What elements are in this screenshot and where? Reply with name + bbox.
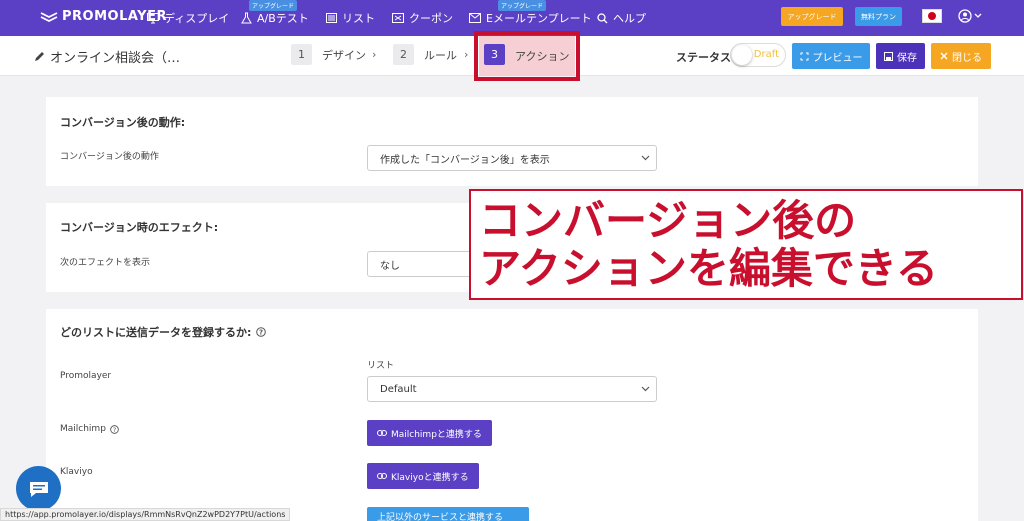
save-label: 保存 (897, 52, 917, 64)
provider-label-promolayer: Promolayer (60, 371, 112, 381)
callout-line-1: コンバージョン後の (479, 196, 857, 245)
page-title[interactable]: オンライン相談会（… (34, 47, 180, 66)
mail-icon (469, 13, 481, 23)
search-icon (597, 12, 608, 23)
select-value: 作成した「コンバージョン後」を表示 (380, 154, 550, 166)
chat-widget-button[interactable] (16, 466, 61, 511)
monitor-icon (147, 12, 159, 23)
toggle-label: Draft (753, 49, 779, 60)
status-label: ステータス: (676, 51, 736, 64)
link-icon (377, 473, 387, 479)
callout-line-2: アクションを編集できる (479, 244, 939, 293)
nav-item-list[interactable]: リスト (326, 10, 375, 26)
save-button[interactable]: 保存 (876, 43, 925, 69)
lists-card: どのリストに送信データを登録するか: ? リスト Promolayer Defa… (46, 309, 978, 521)
nav-item-label: ヘルプ (613, 12, 646, 25)
help-icon[interactable]: ? (110, 424, 119, 434)
step-label: ルール (424, 48, 457, 62)
save-icon (884, 51, 893, 61)
chevron-down-icon (974, 13, 982, 18)
flask-icon (241, 12, 252, 24)
button-label: Klaviyoと連携する (391, 472, 469, 483)
section-title: コンバージョン時のエフェクト: (60, 221, 219, 234)
expand-icon (800, 52, 808, 60)
step-number: 1 (291, 44, 312, 65)
provider-name: Mailchimp (60, 424, 106, 434)
user-icon (958, 9, 972, 23)
link-icon (377, 430, 387, 436)
step-label: デザイン (322, 48, 366, 62)
field-label: 次のエフェクトを表示 (60, 258, 151, 268)
help-icon[interactable]: ? (256, 327, 267, 337)
section-title: コンバージョン後の動作: (60, 116, 186, 129)
preview-button[interactable]: プレビュー (792, 43, 870, 69)
chevron-right-icon: › (464, 48, 469, 61)
nav-item-coupon[interactable]: クーポン (392, 10, 453, 26)
connect-klaviyo-button[interactable]: Klaviyoと連携する (367, 463, 479, 489)
after-conversion-card: コンバージョン後の動作: コンバージョン後の動作 作成した「コンバージョン後」を… (46, 97, 978, 186)
chat-bubble-icon (29, 481, 48, 497)
page-title-text: オンライン相談会（… (50, 51, 181, 66)
step-number: 2 (393, 44, 414, 65)
annotation-callout: コンバージョン後の アクションを編集できる (469, 189, 1023, 300)
nav-item-label: ディスプレイ (164, 12, 230, 25)
chevron-right-icon: › (372, 48, 377, 61)
nav-item-label: クーポン (409, 12, 453, 25)
connect-other-button[interactable]: 上記以外のサービスと連携する (367, 507, 529, 521)
step-action-red-frame (474, 31, 580, 81)
japan-flag-icon[interactable] (922, 9, 942, 23)
toggle-knob (732, 45, 752, 65)
section-title-text: どのリストに送信データを登録するか: (60, 326, 252, 339)
chevron-down-icon (641, 155, 650, 161)
status-toggle[interactable]: Draft (730, 43, 786, 67)
free-plan-button[interactable]: 無料プラン (855, 7, 902, 26)
coupon-icon (392, 13, 404, 23)
chevron-down-icon (641, 386, 650, 392)
step-design[interactable]: 1 デザイン (291, 44, 366, 65)
provider-label-klaviyo: Klaviyo (60, 467, 93, 477)
promolayer-list-select[interactable]: Default (367, 376, 657, 402)
section-title: どのリストに送信データを登録するか: ? (60, 324, 267, 340)
close-button[interactable]: 閉じる (931, 43, 991, 69)
svg-text:?: ? (113, 426, 116, 433)
select-value: なし (380, 260, 400, 272)
status-url: https://app.promolayer.io/displays/RmmNs… (0, 508, 291, 521)
field-label: コンバージョン後の動作 (60, 152, 159, 162)
nav-item-label: A/Bテスト (257, 12, 309, 25)
button-label: Mailchimpと連携する (391, 429, 482, 440)
nav-item-display[interactable]: ディスプレイ (147, 10, 229, 26)
user-menu[interactable] (958, 9, 982, 23)
close-icon (940, 52, 948, 60)
svg-text:?: ? (259, 329, 263, 337)
step-rules[interactable]: 2 ルール (393, 44, 457, 65)
nav-item-label: Eメールテンプレート (486, 12, 592, 25)
preview-label: プレビュー (812, 52, 863, 64)
select-value: Default (380, 383, 417, 395)
after-conversion-select[interactable]: 作成した「コンバージョン後」を表示 (367, 145, 657, 171)
flag-circle (928, 12, 936, 20)
logo-icon (40, 11, 58, 22)
nav-item-label: リスト (342, 12, 375, 25)
pencil-icon (35, 52, 44, 61)
connect-mailchimp-button[interactable]: Mailchimpと連携する (367, 420, 492, 446)
list-icon (326, 13, 337, 23)
nav-item-email-template[interactable]: Eメールテンプレート (469, 10, 592, 26)
upgrade-button[interactable]: アップグレード (781, 7, 843, 26)
list-column-label: リスト (367, 361, 395, 371)
close-label: 閉じる (952, 52, 982, 64)
nav-item-abtest[interactable]: A/Bテスト (241, 10, 309, 26)
provider-label-mailchimp: Mailchimp ? (60, 424, 119, 434)
nav-item-help[interactable]: ヘルプ (597, 10, 646, 26)
